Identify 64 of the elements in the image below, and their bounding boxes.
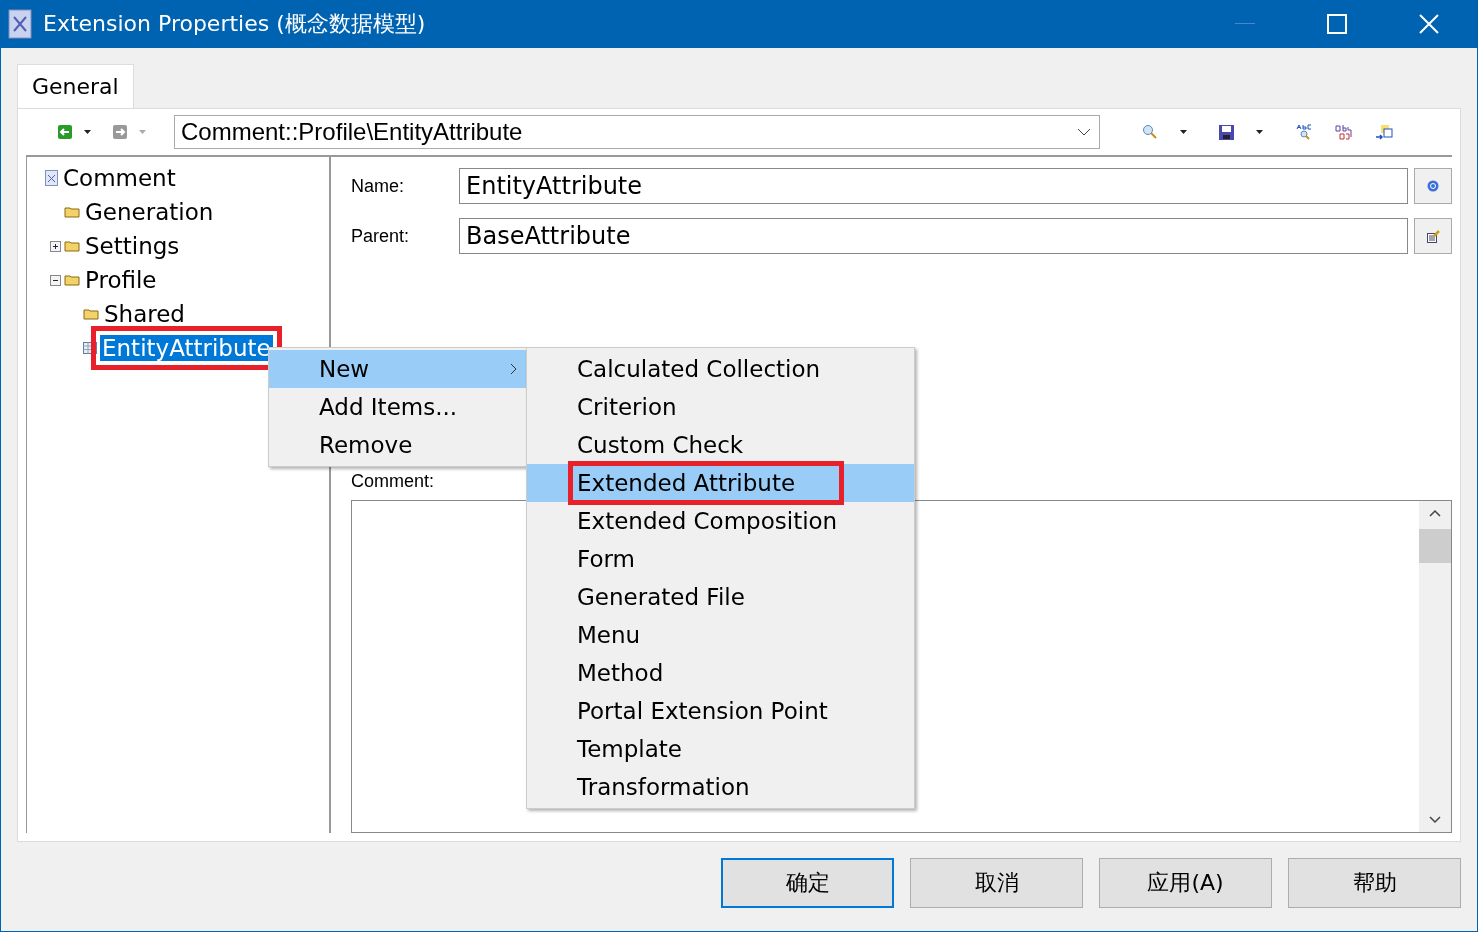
tree-item[interactable]: Profile [83,267,159,293]
tab[interactable]: General [17,64,134,108]
menu-item[interactable]: New [269,350,527,388]
menu-item[interactable]: Menu [527,616,914,654]
menu-item[interactable]: Method [527,654,914,692]
app-icon [7,9,35,39]
replace-icon[interactable] [1335,124,1353,140]
text-field[interactable]: BaseAttribute [459,218,1408,254]
menu-item[interactable]: Template [527,730,914,768]
menu-item[interactable]: Add Items... [269,388,527,426]
save-icon[interactable] [1219,124,1234,140]
comment-field[interactable] [351,500,1452,833]
maximize-icon[interactable] [1327,14,1347,34]
menu-item[interactable]: Generated File [527,578,914,616]
folder-icon [64,206,80,218]
menu-item[interactable]: Remove [269,426,527,464]
menu-item[interactable]: Custom Check [527,426,914,464]
expander-icon[interactable] [50,274,61,286]
close-icon[interactable] [1419,14,1439,34]
dialog-button[interactable]: 取消 [910,858,1083,908]
field-button[interactable] [1414,218,1452,254]
tree-item[interactable]: Comment [61,165,178,191]
caret-icon[interactable] [1256,130,1263,134]
tree-item[interactable]: Shared [102,301,187,327]
scroll-up-icon[interactable] [1429,509,1441,517]
path-combo[interactable]: Comment::Profile\EntityAttribute [174,115,1100,149]
forward-arrow-icon[interactable] [113,125,127,139]
export-icon[interactable] [1375,124,1393,140]
document-icon [45,170,58,186]
caret-icon[interactable] [1180,130,1187,134]
menu-item[interactable]: Portal Extension Point [527,692,914,730]
back-arrow-icon[interactable] [58,125,72,139]
dialog-button[interactable]: 帮助 [1288,858,1461,908]
expander-icon[interactable] [50,240,61,252]
folder-icon [64,274,80,286]
spell-check-icon[interactable] [1295,124,1313,140]
menu-item[interactable]: Form [527,540,914,578]
menu-item[interactable]: Transformation [527,768,914,806]
field-label: Name: [351,175,405,197]
folder-icon [83,308,99,320]
field-label: Parent: [351,225,411,247]
search-icon[interactable] [1142,124,1158,140]
window-title: Extension Properties (概念数据模型) [43,10,426,38]
scrollbar[interactable] [1419,501,1451,832]
dialog-button[interactable]: 应用(A) [1099,858,1272,908]
tree-item[interactable]: EntityAttribute [100,335,273,361]
menu-item[interactable]: Calculated Collection [527,350,914,388]
chevron-icon [1077,128,1091,136]
menu-item[interactable]: Extended Composition [527,502,914,540]
menu-item[interactable]: Criterion [527,388,914,426]
scrollbar-thumb[interactable] [1419,529,1451,563]
comment-label: Comment: [351,471,435,492]
help-icon [1427,180,1439,192]
tree-item[interactable]: Generation [83,199,216,225]
menu-item[interactable]: Extended Attribute [527,464,914,502]
table-icon [83,342,97,354]
folder-icon [64,240,80,252]
properties-icon [1426,229,1440,243]
dialog-button[interactable]: 确定 [721,858,894,908]
caret-icon[interactable] [84,130,91,134]
scroll-down-icon[interactable] [1429,816,1441,824]
text-field[interactable]: EntityAttribute [459,168,1408,204]
tree-item[interactable]: Settings [83,233,182,259]
field-button[interactable] [1414,168,1452,204]
